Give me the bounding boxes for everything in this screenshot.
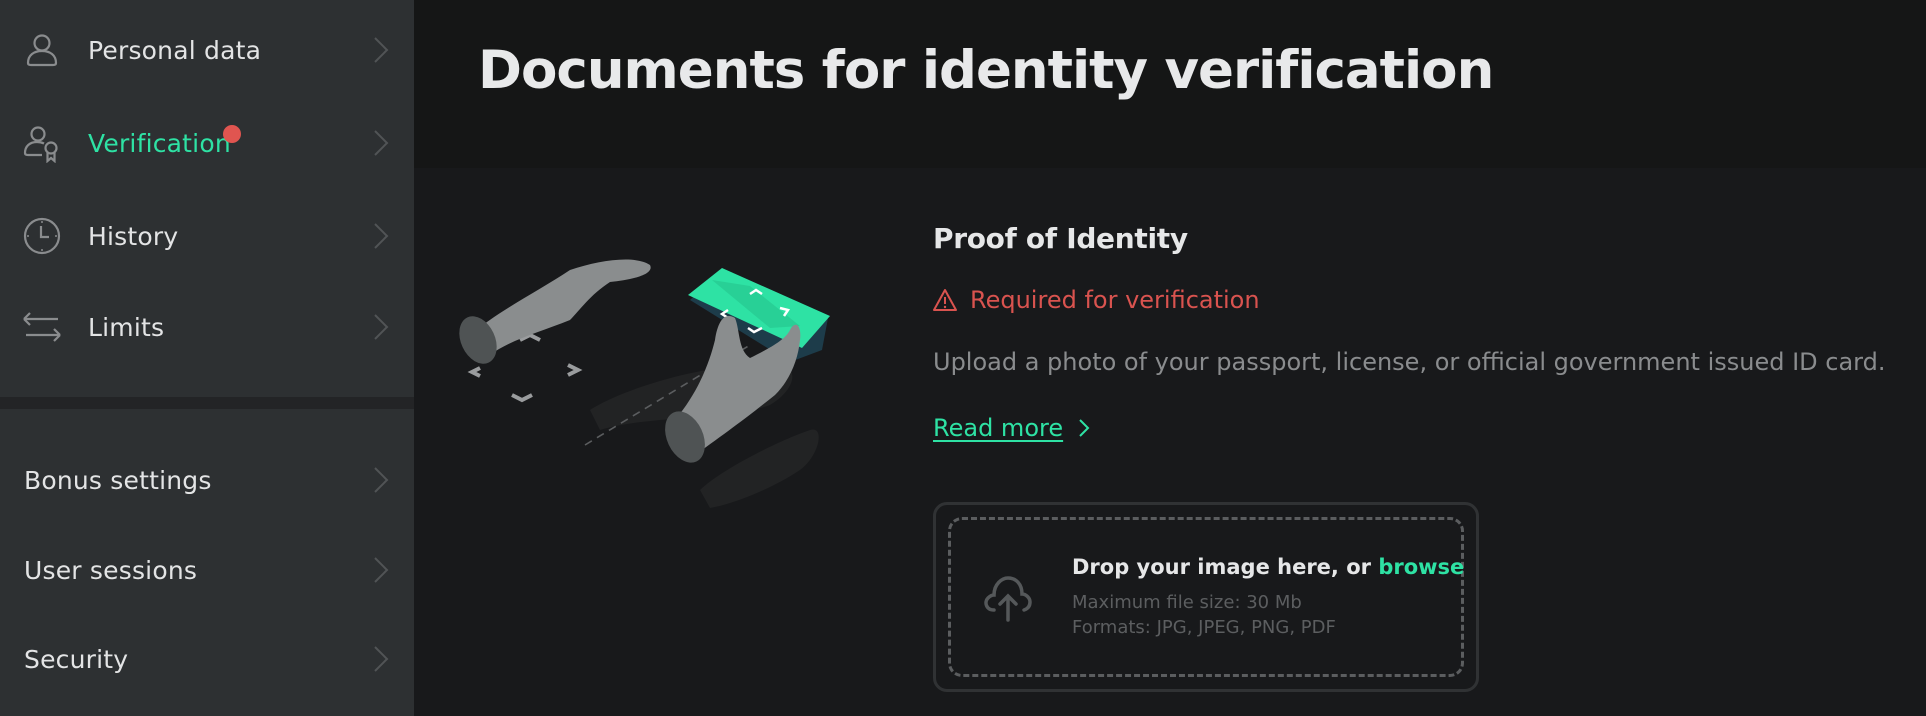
sidebar-item-verification[interactable]: Verification [0, 103, 414, 183]
sidebar-item-user-sessions[interactable]: User sessions [0, 530, 414, 610]
read-more-link[interactable]: Read more [933, 414, 1091, 442]
warning-triangle-icon [933, 289, 957, 311]
sidebar-item-bonus-settings[interactable]: Bonus settings [0, 440, 414, 520]
clock-icon [23, 217, 61, 255]
chevron-right-icon [374, 314, 389, 340]
sidebar-item-label: Verification [88, 128, 231, 158]
sidebar-item-label: Personal data [88, 35, 262, 65]
sidebar-item-label: Bonus settings [24, 465, 212, 495]
sidebar-divider [0, 397, 414, 409]
sidebar-item-label: User sessions [24, 555, 198, 585]
chevron-right-icon [374, 130, 389, 156]
sidebar-item-limits[interactable]: Limits [0, 287, 414, 367]
chevron-right-icon [374, 37, 389, 63]
chevron-right-icon [374, 467, 389, 493]
upload-formats: Formats: JPG, JPEG, PNG, PDF [1072, 617, 1336, 638]
read-more-label: Read more [933, 414, 1064, 442]
sidebar: Personal data Verification History Limit [0, 0, 414, 716]
sidebar-item-personal-data[interactable]: Personal data [0, 10, 414, 90]
status-required: Required for verification [932, 286, 1260, 314]
cloud-upload-icon [984, 576, 1032, 622]
sidebar-item-label: Limits [88, 312, 165, 342]
sidebar-item-label: Security [24, 644, 129, 674]
arrows-exchange-icon [23, 312, 61, 342]
hands-holding-phone-illustration [459, 259, 830, 508]
chevron-right-icon [1079, 419, 1090, 437]
browse-link[interactable]: browse [1378, 555, 1464, 579]
document-description: Upload a photo of your passport, license… [933, 348, 1886, 376]
user-award-icon [23, 126, 58, 163]
chevron-right-icon [374, 646, 389, 672]
page-header: Documents for identity verification [414, 0, 1926, 168]
upload-prompt-text: Drop your image here, or [1072, 555, 1379, 579]
status-text: Required for verification [970, 286, 1260, 314]
notification-dot [223, 125, 241, 143]
sidebar-item-security[interactable]: Security [0, 619, 414, 699]
chevron-right-icon [374, 557, 389, 583]
upload-prompt: Drop your image here, or browse [1072, 555, 1464, 579]
upload-max-size: Maximum file size: 30 Mb [1072, 592, 1302, 613]
page-title: Documents for identity verification [478, 40, 1494, 101]
chevron-right-icon [374, 223, 389, 249]
document-title: Proof of Identity [933, 222, 1188, 255]
sidebar-item-history[interactable]: History [0, 196, 414, 276]
user-icon [26, 34, 58, 67]
sidebar-item-label: History [88, 221, 179, 251]
